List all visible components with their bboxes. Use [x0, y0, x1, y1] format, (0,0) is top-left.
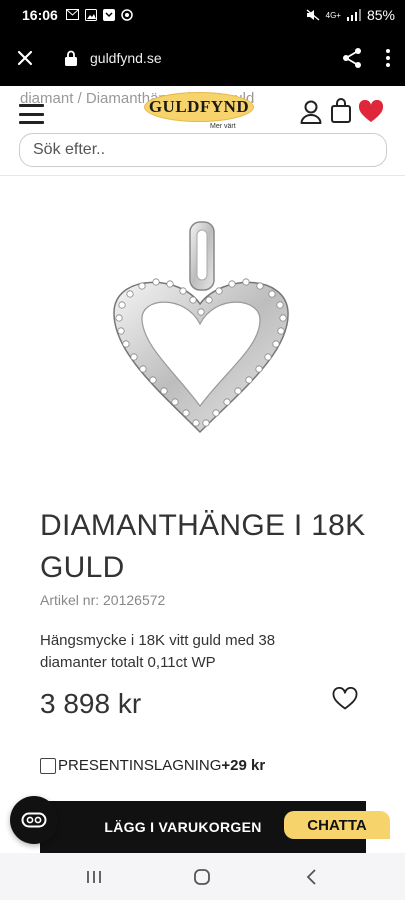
url-field[interactable]: guldfynd.se — [90, 50, 162, 66]
gift-wrap-option[interactable]: PRESENTINSLAGNING +29 kr — [40, 757, 265, 774]
lock-icon — [65, 50, 77, 66]
home-icon[interactable] — [192, 867, 212, 887]
more-menu-icon[interactable] — [385, 47, 391, 69]
notification-icons — [65, 9, 133, 21]
logo-text: GULDFYND — [148, 97, 250, 116]
mute-icon — [306, 9, 320, 21]
wishlist-heart-icon[interactable] — [332, 687, 358, 711]
browser-toolbar: guldfynd.se — [0, 30, 405, 86]
gift-wrap-price: +29 kr — [221, 757, 266, 774]
user-icon[interactable] — [300, 100, 322, 124]
shopping-bag-icon[interactable] — [330, 98, 352, 124]
article-number: Artikel nr: 20126572 — [40, 592, 166, 608]
product-description: Hängsmycke i 18K vitt guld med 38 diaman… — [40, 632, 276, 671]
back-icon[interactable] — [301, 867, 321, 887]
chat-button[interactable]: CHATTA — [284, 811, 390, 839]
network-label: 4G+ — [325, 10, 341, 20]
chat-icon — [21, 812, 47, 828]
close-icon[interactable] — [14, 47, 36, 69]
favorites-heart-icon[interactable] — [358, 100, 384, 124]
chat-bubble-button[interactable] — [10, 796, 58, 844]
battery-level: 85% — [366, 7, 395, 23]
status-time: 16:06 — [22, 7, 58, 23]
gift-wrap-label: PRESENTINSLAGNING — [58, 757, 222, 774]
location-icon — [121, 9, 133, 21]
logo-tagline: Mer värt — [210, 123, 236, 130]
share-icon[interactable] — [341, 47, 363, 69]
product-price: 3 898 kr — [40, 688, 142, 719]
gift-wrap-checkbox[interactable] — [40, 757, 56, 774]
image-icon — [84, 9, 97, 21]
hamburger-menu-icon[interactable] — [19, 104, 44, 124]
mail-icon — [65, 9, 79, 20]
status-bar: 16:06 4G+ 85% — [0, 0, 405, 30]
site-header: diamant / Diamanthänge i 18K guld GULDFY… — [0, 86, 405, 176]
system-nav-bar — [0, 853, 405, 900]
product-title: DIAMANTHÄNGE I 18K GULD — [40, 509, 366, 584]
signal-icon — [346, 9, 361, 21]
status-right: 4G+ 85% — [306, 7, 395, 23]
product-image — [113, 221, 289, 434]
search-input[interactable]: Sök efter.. — [19, 133, 387, 167]
pocket-icon — [102, 9, 115, 21]
site-logo[interactable]: GULDFYND Mer värt — [144, 92, 254, 136]
recent-apps-icon[interactable] — [84, 867, 104, 887]
